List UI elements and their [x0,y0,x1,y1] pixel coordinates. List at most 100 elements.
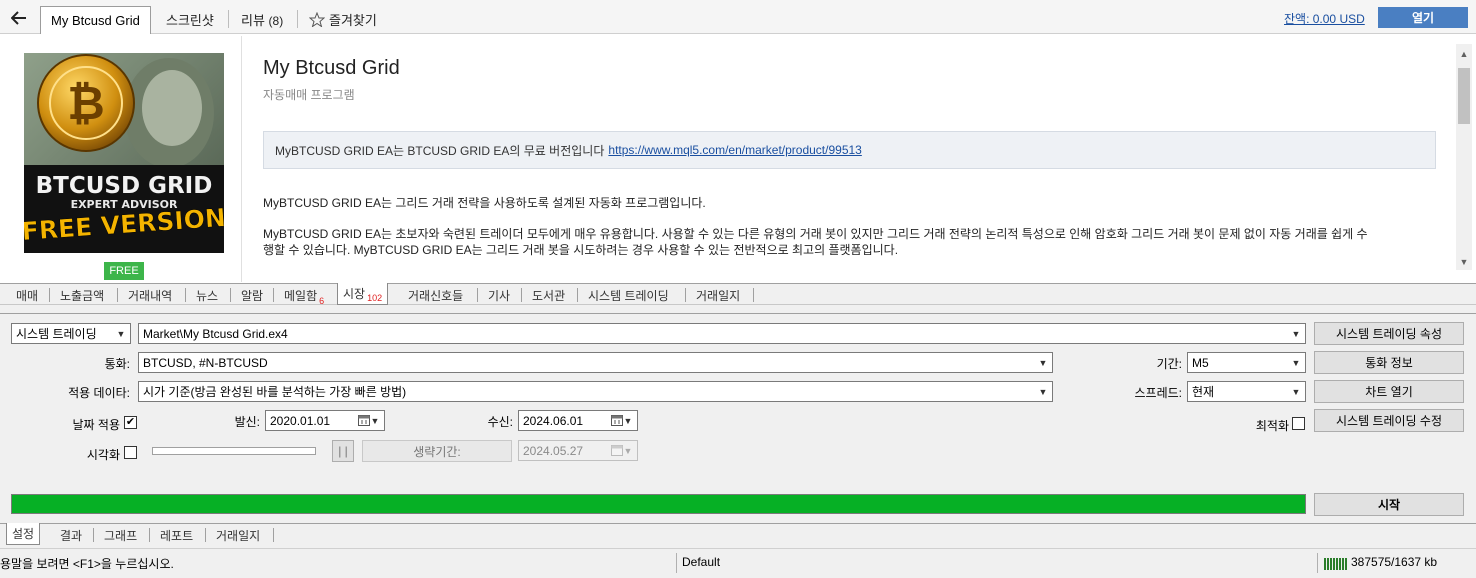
divider [577,288,578,302]
start-button[interactable]: 시작 [1314,493,1464,516]
product-title: My Btcusd Grid [263,57,400,79]
modify-expert-button[interactable]: 시스템 트레이딩 수정 [1314,409,1464,432]
test-progress-bar [11,494,1306,514]
tab-signals[interactable]: 거래신호들 [408,287,463,304]
visual-speed-slider[interactable] [152,447,316,455]
description-paragraph-1: MyBTCUSD GRID EA는 그리드 거래 전략을 사용하도록 설계된 자… [263,196,706,210]
tab-reviews-label: 리뷰 [241,13,265,28]
tester-tab-bar: 설정 결과 그래프 레포트 거래일지 [0,523,1476,545]
tab-screenshots[interactable]: 스크린샷 [166,10,214,29]
tab-graph[interactable]: 그래프 [104,527,137,544]
tab-exposure[interactable]: 노출금액 [60,287,104,304]
tab-tester-journal[interactable]: 거래일지 [216,527,260,544]
chevron-down-icon: ▼ [370,415,380,426]
from-date-picker[interactable]: 2020.01.01 ▼ [265,410,385,431]
strategy-tester-panel: 시스템 트레이딩 ▼ Market\My Btcusd Grid.ex4 ▼ 시… [0,313,1476,523]
tab-results[interactable]: 결과 [60,527,82,544]
review-count: (8) [268,14,284,28]
notice-text: MyBTCUSD GRID EA는 BTCUSD GRID EA의 무료 버전입… [275,143,605,158]
tab-favorites-label: 즐겨찾기 [329,13,377,28]
divider [185,288,186,302]
open-button[interactable]: 열기 [1378,7,1468,28]
period-select[interactable]: M5 ▼ [1187,352,1306,373]
tab-history[interactable]: 거래내역 [128,287,172,304]
divider [477,288,478,302]
description-paragraph-2-line-2: 행할 수 있습니다. MyBTCUSD GRID EA는 그리드 거래 봇을 시… [263,243,899,257]
expert-properties-button[interactable]: 시스템 트레이딩 속성 [1314,322,1464,345]
free-badge: FREE [104,262,144,280]
use-date-checkbox[interactable]: ✔ [124,416,137,429]
tab-journal[interactable]: 거래일지 [696,287,740,304]
tab-news[interactable]: 뉴스 [196,287,218,304]
market-window: My Btcusd Grid 스크린샷 리뷰 (8) 즐겨찾기 잔액: 0.00… [0,0,1476,306]
model-label: 적용 데이타: [68,386,130,400]
logo-line-1: BTCUSD GRID [36,173,213,199]
balance-link[interactable]: 잔액: 0.00 USD [1284,10,1365,27]
status-traffic: 387575/1637 kb [1351,555,1438,569]
mode-value: 시스템 트레이딩 [16,327,97,341]
status-profile: Default [682,555,721,569]
optimization-label: 최적화 [1255,419,1289,433]
use-date-label: 날짜 적용 [72,418,121,432]
chevron-down-icon: ▼ [623,415,633,426]
divider [49,288,50,302]
tab-market-label: 시장 [343,287,366,301]
tab-experts[interactable]: 시스템 트레이딩 [588,287,669,304]
open-chart-button[interactable]: 차트 열기 [1314,380,1464,403]
divider [297,10,298,28]
divider [273,288,274,302]
tab-settings[interactable]: 설정 [6,523,41,545]
model-select[interactable]: 시가 기준(방금 완성된 바를 분석하는 가장 빠른 방법) ▼ [138,381,1053,402]
chevron-down-icon: ▼ [1038,386,1048,397]
tab-mailbox[interactable]: 메일함 6 [284,287,325,306]
tab-market[interactable]: 시장 102 [337,283,389,305]
from-label: 발신: [234,415,260,429]
scrollbar-thumb[interactable] [1458,68,1470,124]
tab-alerts[interactable]: 알람 [241,287,263,304]
symbol-label: 통화: [104,357,130,371]
scroll-up-icon[interactable]: ▲ [1456,46,1472,62]
pause-button[interactable]: | | [332,440,354,462]
symbol-properties-button[interactable]: 통화 정보 [1314,351,1464,374]
tab-mailbox-label: 메일함 [284,289,318,303]
tab-report[interactable]: 레포트 [160,527,193,544]
skip-to-button[interactable]: 생략기간: [362,440,512,462]
period-label: 기간: [1156,357,1182,371]
expert-select[interactable]: Market\My Btcusd Grid.ex4 ▼ [138,323,1306,344]
checkmark-icon: ✔ [125,416,136,428]
skip-date-picker[interactable]: 2024.05.27 ▼ [518,440,638,461]
tab-reviews[interactable]: 리뷰 (8) [241,10,283,29]
visual-mode-checkbox[interactable] [124,446,137,459]
tab-product-label: My Btcusd Grid [51,13,140,28]
mode-select[interactable]: 시스템 트레이딩 ▼ [11,323,131,344]
divider [685,288,686,302]
divider [228,10,229,28]
divider [753,288,754,302]
spread-select[interactable]: 현재 ▼ [1187,381,1306,402]
to-date-picker[interactable]: 2024.06.01 ▼ [518,410,638,431]
tab-articles[interactable]: 기사 [488,287,510,304]
product-link[interactable]: https://www.mql5.com/en/market/product/9… [608,143,861,157]
chevron-down-icon: ▼ [1291,357,1301,368]
svg-text:₿: ₿ [67,76,105,130]
symbol-select[interactable]: BTCUSD, #N-BTCUSD ▼ [138,352,1053,373]
divider [230,288,231,302]
tab-trade[interactable]: 매매 [16,287,38,304]
scroll-down-icon[interactable]: ▼ [1456,254,1472,270]
divider [93,528,94,542]
symbol-value: BTCUSD, #N-BTCUSD [143,355,268,370]
divider [205,528,206,542]
optimization-checkbox[interactable] [1292,417,1305,430]
tab-library[interactable]: 도서관 [532,287,565,304]
tab-product[interactable]: My Btcusd Grid [40,6,151,34]
product-logo-image: ₿ BTCUSD GRID EXPERT ADVISOR FREE VERSIO… [24,53,224,253]
mail-count: 6 [319,296,325,306]
divider [1317,553,1318,573]
back-button[interactable] [4,6,34,30]
divider [149,528,150,542]
to-label: 수신: [487,415,513,429]
divider [676,553,677,573]
expert-value: Market\My Btcusd Grid.ex4 [143,326,288,341]
tab-favorites[interactable]: 즐겨찾기 [309,10,377,29]
arrow-left-icon [11,11,26,25]
